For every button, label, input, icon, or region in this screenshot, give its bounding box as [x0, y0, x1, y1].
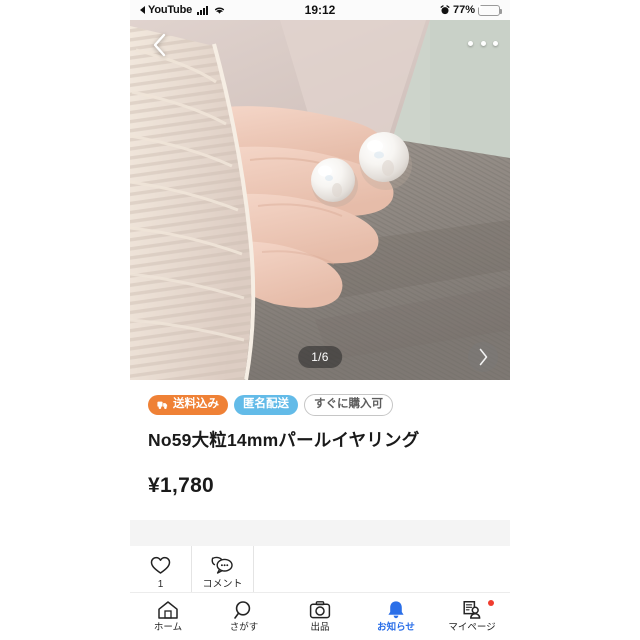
- search-icon: [234, 601, 251, 620]
- page-title: No59大粒14mmパールイヤリング: [148, 429, 420, 450]
- comment-label: コメント: [202, 579, 243, 590]
- image-counter: 1/6: [298, 346, 342, 368]
- tab-sell[interactable]: 出品: [282, 593, 358, 640]
- product-photo: [130, 20, 510, 380]
- tab-home[interactable]: ホーム: [130, 593, 206, 640]
- tab-notifications[interactable]: お知らせ: [358, 593, 434, 640]
- bottom-navigation: ホーム さがす 出品 お知らせ マイページ: [130, 592, 510, 640]
- wifi-icon: [213, 5, 226, 15]
- alarm-clock-icon: [440, 5, 450, 15]
- badge-shipping-label: 送料込み: [173, 398, 219, 410]
- bell-icon: [388, 601, 404, 619]
- home-icon: [158, 601, 178, 619]
- product-image-carousel[interactable]: 1/6: [130, 20, 510, 380]
- status-bar-left[interactable]: YouTube: [140, 4, 226, 16]
- tab-search[interactable]: さがす: [206, 593, 282, 640]
- cellular-signal-icon: [197, 5, 209, 15]
- chevron-right-icon: [479, 348, 487, 366]
- tab-my-page[interactable]: マイページ: [434, 593, 510, 640]
- badge-row: 送料込み 匿名配送 すぐに購入可: [148, 394, 492, 416]
- tab-search-label: さがす: [229, 622, 259, 634]
- more-options-button[interactable]: [468, 32, 498, 54]
- badge-shipping-included: 送料込み: [148, 395, 228, 415]
- screenshot-canvas: YouTube 19:12 77% 1/6 送料込み 匿名配送 すぐに購入可 N…: [0, 0, 640, 640]
- battery-charging-icon: [477, 2, 502, 16]
- chevron-left-icon: [153, 33, 165, 57]
- more-horizontal-icon: [493, 40, 498, 46]
- camera-icon: [309, 601, 331, 619]
- listing-info: 送料込み 匿名配送 すぐに購入可 No59大粒14mmパールイヤリング ¥1,7…: [130, 380, 510, 498]
- battery-percent-label: 77%: [452, 4, 475, 16]
- status-back-app-label: YouTube: [148, 4, 193, 16]
- my-page-icon: [463, 601, 481, 619]
- next-image-button[interactable]: [468, 342, 498, 372]
- status-bar-clock: 19:12: [304, 3, 336, 17]
- status-bar: YouTube 19:12 77%: [130, 0, 510, 20]
- more-horizontal-icon: [480, 40, 486, 46]
- tab-sell-label: 出品: [310, 622, 330, 634]
- tab-notifications-label: お知らせ: [377, 622, 415, 634]
- tab-my-page-label: マイページ: [448, 622, 496, 634]
- badge-anonymous-delivery: 匿名配送: [234, 395, 298, 415]
- product-price: ¥1,780: [148, 473, 215, 497]
- status-bar-right: 77%: [440, 2, 502, 16]
- delivery-truck-icon: [157, 401, 168, 409]
- back-button[interactable]: [142, 28, 176, 62]
- tab-home-label: ホーム: [153, 622, 183, 634]
- comment-bubble-icon: [211, 556, 233, 574]
- notification-badge-dot: [488, 600, 494, 606]
- triangle-left-icon: [140, 6, 145, 14]
- more-horizontal-icon: [468, 40, 473, 46]
- badge-instant-buy: すぐに購入可: [304, 394, 393, 416]
- like-count: 1: [157, 579, 164, 590]
- section-divider: [130, 519, 510, 546]
- phone-screen: YouTube 19:12 77% 1/6 送料込み 匿名配送 すぐに購入可 N…: [130, 0, 510, 640]
- heart-icon: [150, 556, 171, 574]
